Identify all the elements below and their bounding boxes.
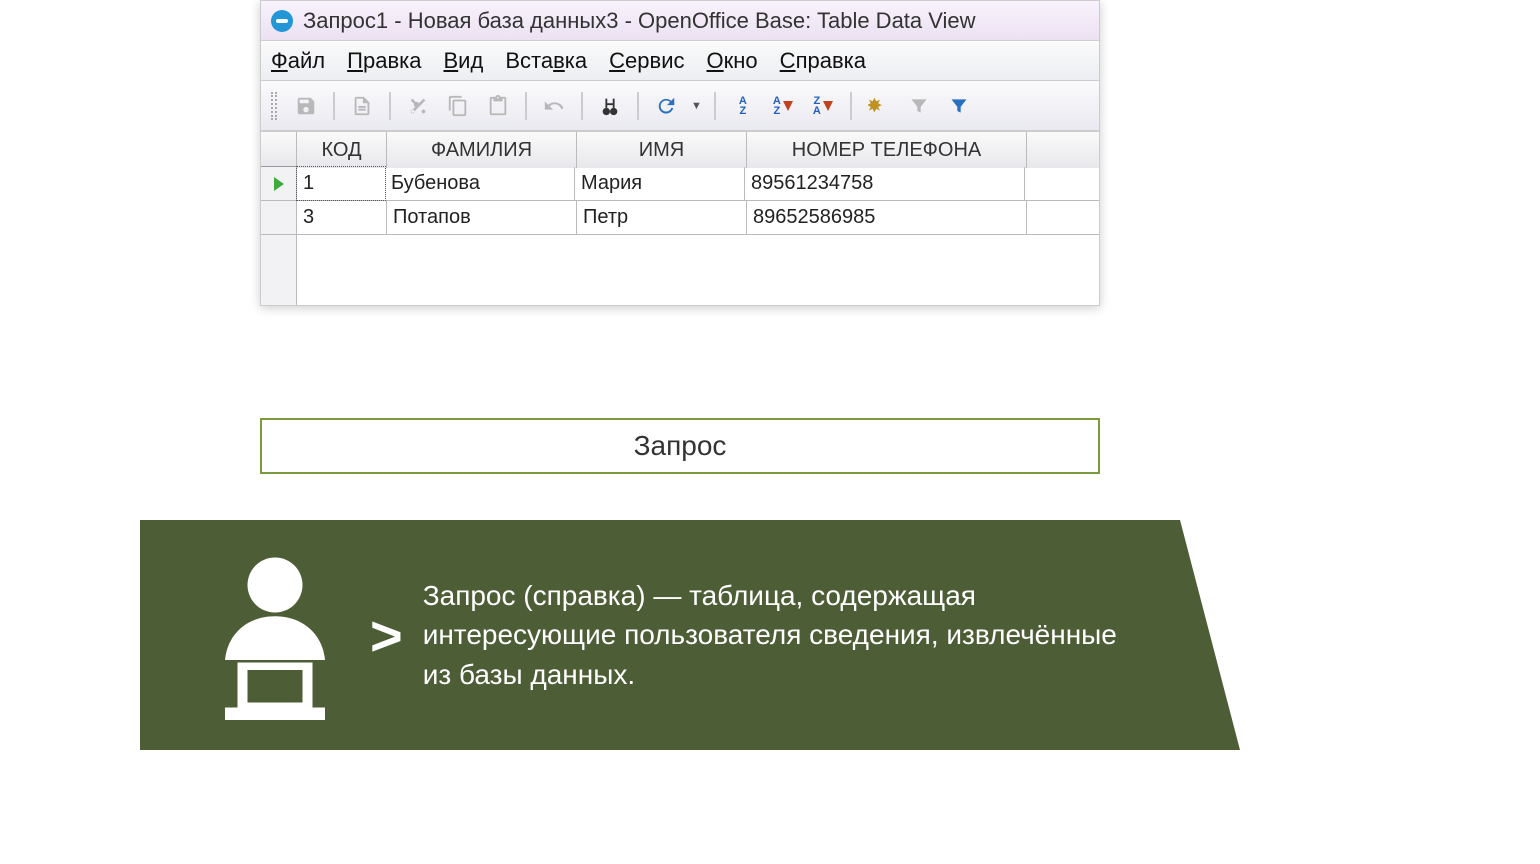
sort-icon[interactable]: AZ xyxy=(728,91,758,121)
cell-name[interactable]: Мария xyxy=(575,167,745,200)
menu-file[interactable]: Файл xyxy=(271,48,325,74)
menu-tools[interactable]: Сервис xyxy=(609,48,684,74)
cell-kod[interactable]: 3 xyxy=(297,201,387,234)
cell-extra xyxy=(1027,201,1099,234)
column-header-extra xyxy=(1027,132,1099,168)
column-header-name[interactable]: ИМЯ xyxy=(577,132,747,168)
apply-filter-icon[interactable] xyxy=(904,91,934,121)
menu-view[interactable]: Вид xyxy=(443,48,483,74)
data-grid: КОД ФАМИЛИЯ ИМЯ НОМЕР ТЕЛЕФОНА 1 Бубенов… xyxy=(261,131,1099,305)
table-row[interactable]: 1 Бубенова Мария 89561234758 xyxy=(261,167,1099,201)
toolbar: ▼ AZ AZ ZA xyxy=(261,81,1099,131)
toolbar-separator xyxy=(581,92,583,120)
toolbar-separator xyxy=(850,92,852,120)
edit-doc-icon[interactable] xyxy=(347,91,377,121)
chevron-right-icon: > xyxy=(370,603,403,668)
row-selector-empty xyxy=(261,235,297,305)
cell-fam[interactable]: Потапов xyxy=(387,201,577,234)
cell-phone[interactable]: 89652586985 xyxy=(747,201,1027,234)
toolbar-separator xyxy=(333,92,335,120)
paste-icon[interactable] xyxy=(483,91,513,121)
definition-panel: > Запрос (справка) — таблица, содержащая… xyxy=(140,520,1180,750)
menu-insert[interactable]: Вставка xyxy=(505,48,587,74)
current-row-marker-icon xyxy=(274,177,284,191)
refresh-dropdown-icon[interactable]: ▼ xyxy=(691,100,702,112)
row-selector[interactable] xyxy=(261,167,297,200)
save-icon[interactable] xyxy=(291,91,321,121)
remove-filter-icon[interactable] xyxy=(944,91,974,121)
menu-window[interactable]: Окно xyxy=(707,48,758,74)
cell-name[interactable]: Петр xyxy=(577,201,747,234)
titlebar: Запрос1 - Новая база данных3 - OpenOffic… xyxy=(261,1,1099,41)
copy-icon[interactable] xyxy=(443,91,473,121)
grid-empty-area xyxy=(261,235,1099,305)
grid-header-row: КОД ФАМИЛИЯ ИМЯ НОМЕР ТЕЛЕФОНА xyxy=(261,131,1099,167)
row-selector[interactable] xyxy=(261,201,297,234)
toolbar-separator xyxy=(637,92,639,120)
app-window: Запрос1 - Новая база данных3 - OpenOffic… xyxy=(260,0,1100,306)
column-header-fam[interactable]: ФАМИЛИЯ xyxy=(387,132,577,168)
toolbar-separator xyxy=(389,92,391,120)
cut-icon[interactable] xyxy=(403,91,433,121)
header-selector[interactable] xyxy=(261,132,297,166)
menu-help[interactable]: Справка xyxy=(780,48,866,74)
caption-label: Запрос xyxy=(260,418,1100,474)
table-row[interactable]: 3 Потапов Петр 89652586985 xyxy=(261,201,1099,235)
toolbar-handle[interactable] xyxy=(271,92,277,120)
cell-kod[interactable]: 1 xyxy=(296,166,386,201)
binoculars-icon[interactable] xyxy=(595,91,625,121)
toolbar-separator xyxy=(525,92,527,120)
menubar: Файл Правка Вид Вставка Сервис Окно Спра… xyxy=(261,41,1099,81)
cell-fam[interactable]: Бубенова xyxy=(385,167,575,200)
menu-edit[interactable]: Правка xyxy=(347,48,421,74)
cell-extra xyxy=(1025,167,1099,200)
person-laptop-icon xyxy=(190,545,360,725)
cell-phone[interactable]: 89561234758 xyxy=(745,167,1025,200)
refresh-icon[interactable] xyxy=(651,91,681,121)
column-header-phone[interactable]: НОМЕР ТЕЛЕФОНА xyxy=(747,132,1027,168)
definition-text: Запрос (справка) — таблица, содержащая и… xyxy=(423,576,1123,694)
column-header-kod[interactable]: КОД xyxy=(297,132,387,168)
window-title: Запрос1 - Новая база данных3 - OpenOffic… xyxy=(303,8,976,34)
sort-desc-icon[interactable]: ZA xyxy=(808,91,838,121)
autofilter-wand-icon[interactable] xyxy=(864,91,894,121)
app-icon xyxy=(271,10,293,32)
undo-icon[interactable] xyxy=(539,91,569,121)
sort-asc-icon[interactable]: AZ xyxy=(768,91,798,121)
toolbar-separator xyxy=(714,92,716,120)
